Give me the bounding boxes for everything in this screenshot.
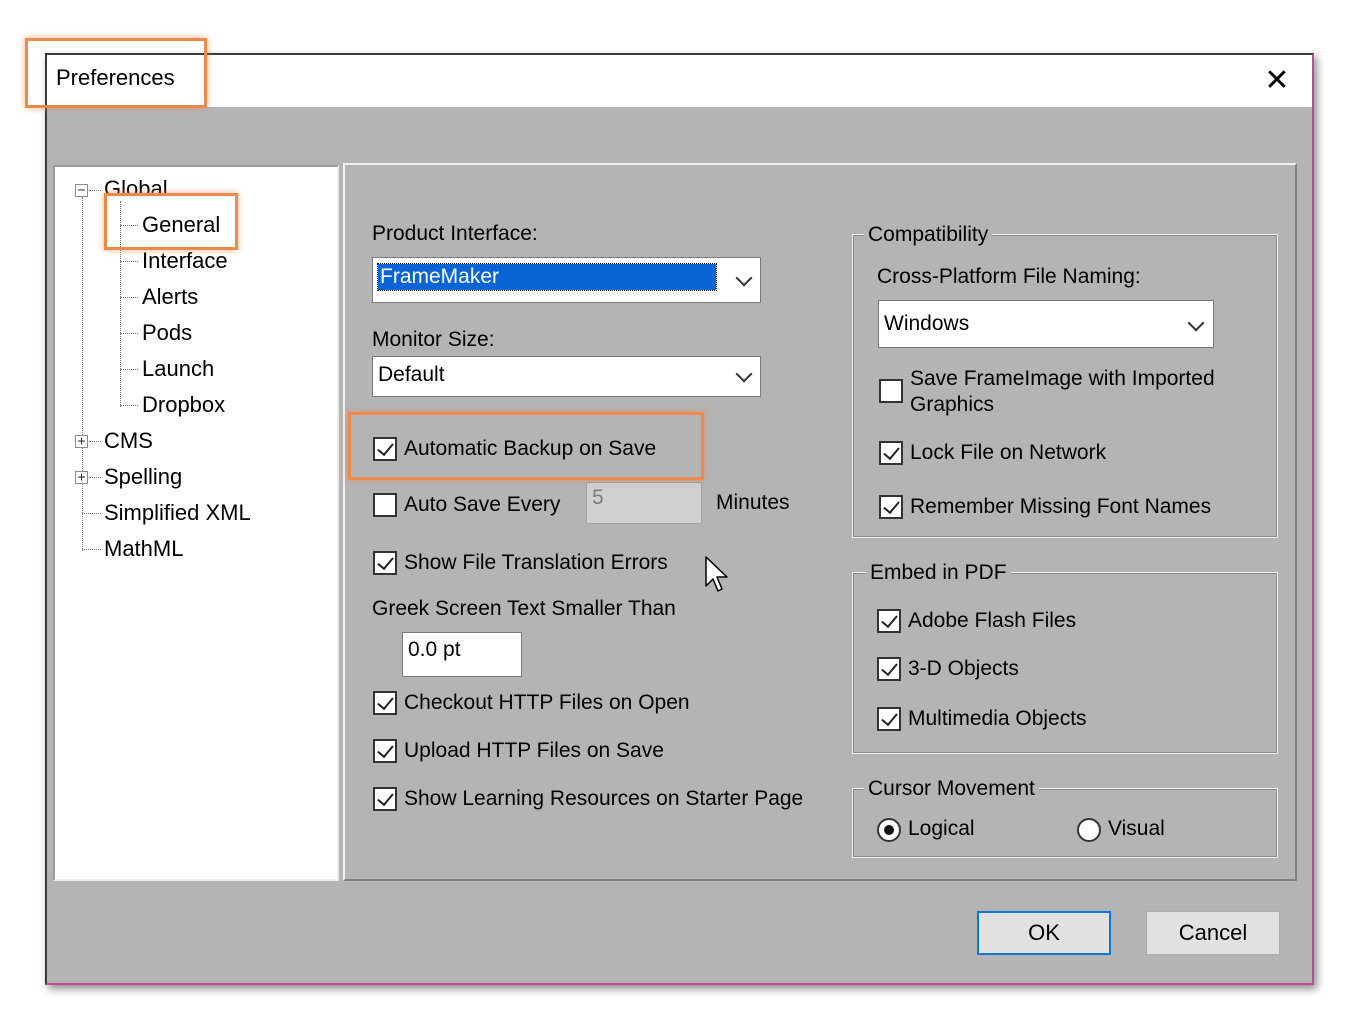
check-icon: [881, 708, 898, 727]
checkout-http-checkbox[interactable]: [373, 691, 397, 715]
title-bar: Preferences ✕: [47, 55, 1312, 107]
tree-item-launch[interactable]: Launch: [142, 355, 214, 383]
3d-objects-checkbox[interactable]: [877, 657, 901, 681]
auto-save-label: Auto Save Every: [404, 493, 561, 516]
tree-line: [82, 197, 83, 551]
lock-file-label: Lock File on Network: [910, 441, 1107, 464]
cross-platform-value: Windows: [884, 312, 970, 335]
show-translation-errors-label: Show File Translation Errors: [404, 551, 668, 574]
flash-files-label: Adobe Flash Files: [908, 609, 1077, 632]
collapse-icon[interactable]: −: [75, 184, 88, 197]
tree-line: [120, 201, 121, 407]
tree-item-pods[interactable]: Pods: [142, 319, 192, 347]
check-icon: [883, 496, 900, 515]
check-icon: [377, 552, 394, 571]
tree-item-global[interactable]: Global: [104, 175, 168, 203]
greek-text-label: Greek Screen Text Smaller Than: [372, 597, 676, 620]
compatibility-legend: Compatibility: [864, 222, 993, 248]
logical-radio[interactable]: [877, 818, 901, 842]
tree-line: [82, 513, 101, 514]
tree-line: [120, 333, 138, 334]
lock-file-checkbox[interactable]: [879, 441, 903, 465]
tree-line: [82, 549, 101, 550]
save-frameimage-label-line2: Graphics: [910, 393, 995, 416]
multimedia-objects-label: Multimedia Objects: [908, 707, 1087, 730]
logical-label: Logical: [908, 817, 975, 840]
automatic-backup-label: Automatic Backup on Save: [404, 437, 657, 460]
tree-item-spelling[interactable]: Spelling: [104, 463, 182, 491]
tree-item-dropbox[interactable]: Dropbox: [142, 391, 225, 419]
monitor-size-label: Monitor Size:: [372, 328, 495, 351]
save-frameimage-label: Save FrameImage with Imported: [910, 367, 1215, 390]
tree-line: [120, 225, 138, 226]
cancel-button[interactable]: Cancel: [1146, 911, 1280, 955]
visual-radio[interactable]: [1077, 818, 1101, 842]
expand-icon[interactable]: +: [75, 471, 88, 484]
check-icon: [377, 438, 394, 457]
dialog-title: Preferences: [56, 65, 175, 90]
automatic-backup-checkbox[interactable]: [373, 437, 397, 461]
tree-item-interface[interactable]: Interface: [142, 247, 228, 275]
minutes-label: Minutes: [716, 491, 790, 514]
product-interface-select[interactable]: FrameMaker: [372, 257, 761, 303]
mouse-pointer-icon: [705, 556, 728, 592]
check-icon: [377, 740, 394, 759]
auto-save-checkbox[interactable]: [373, 493, 397, 517]
check-icon: [883, 442, 900, 461]
chevron-down-icon: [735, 365, 753, 383]
embed-pdf-legend: Embed in PDF: [866, 560, 1011, 586]
product-interface-value: FrameMaker: [377, 263, 717, 291]
cross-platform-select[interactable]: Windows: [878, 300, 1214, 348]
check-icon: [881, 658, 898, 677]
flash-files-checkbox[interactable]: [877, 609, 901, 633]
tree-item-cms[interactable]: CMS: [104, 427, 153, 455]
tree-line: [120, 405, 138, 406]
greek-text-input[interactable]: 0.0 pt: [402, 632, 522, 677]
check-icon: [377, 788, 394, 807]
ok-button[interactable]: OK: [977, 911, 1111, 955]
multimedia-objects-checkbox[interactable]: [877, 707, 901, 731]
checkout-http-label: Checkout HTTP Files on Open: [404, 691, 690, 714]
upload-http-label: Upload HTTP Files on Save: [404, 739, 664, 762]
tree-item-mathml[interactable]: MathML: [104, 535, 183, 563]
save-frameimage-checkbox[interactable]: [879, 379, 903, 403]
product-interface-label: Product Interface:: [372, 222, 538, 245]
auto-save-minutes-input[interactable]: 5: [586, 482, 702, 524]
check-icon: [881, 610, 898, 629]
tree-line: [89, 477, 101, 478]
chevron-down-icon: [1187, 314, 1205, 332]
remember-fonts-label: Remember Missing Font Names: [910, 495, 1212, 518]
chevron-down-icon: [735, 269, 753, 287]
tree-item-simplified-xml[interactable]: Simplified XML: [104, 499, 251, 527]
tree-line: [89, 190, 101, 191]
remember-fonts-checkbox[interactable]: [879, 495, 903, 519]
cursor-movement-legend: Cursor Movement: [864, 776, 1039, 802]
visual-label: Visual: [1108, 817, 1165, 840]
tree-item-general[interactable]: General: [142, 211, 220, 239]
tree-line: [120, 261, 138, 262]
category-tree[interactable]: − Global General Interface Alerts Pods L…: [53, 165, 339, 881]
check-icon: [377, 692, 394, 711]
show-translation-errors-checkbox[interactable]: [373, 551, 397, 575]
upload-http-checkbox[interactable]: [373, 739, 397, 763]
tree-line: [120, 369, 138, 370]
tree-line: [120, 297, 138, 298]
expand-icon[interactable]: +: [75, 435, 88, 448]
monitor-size-value: Default: [378, 363, 445, 386]
close-icon[interactable]: ✕: [1257, 63, 1297, 99]
radio-selected-dot: [884, 825, 894, 835]
cross-platform-label: Cross-Platform File Naming:: [877, 265, 1141, 288]
learning-resources-checkbox[interactable]: [373, 787, 397, 811]
learning-resources-label: Show Learning Resources on Starter Page: [404, 787, 804, 810]
monitor-size-select[interactable]: Default: [372, 356, 761, 397]
tree-line: [89, 441, 101, 442]
3d-objects-label: 3-D Objects: [908, 657, 1019, 680]
tree-item-alerts[interactable]: Alerts: [142, 283, 198, 311]
